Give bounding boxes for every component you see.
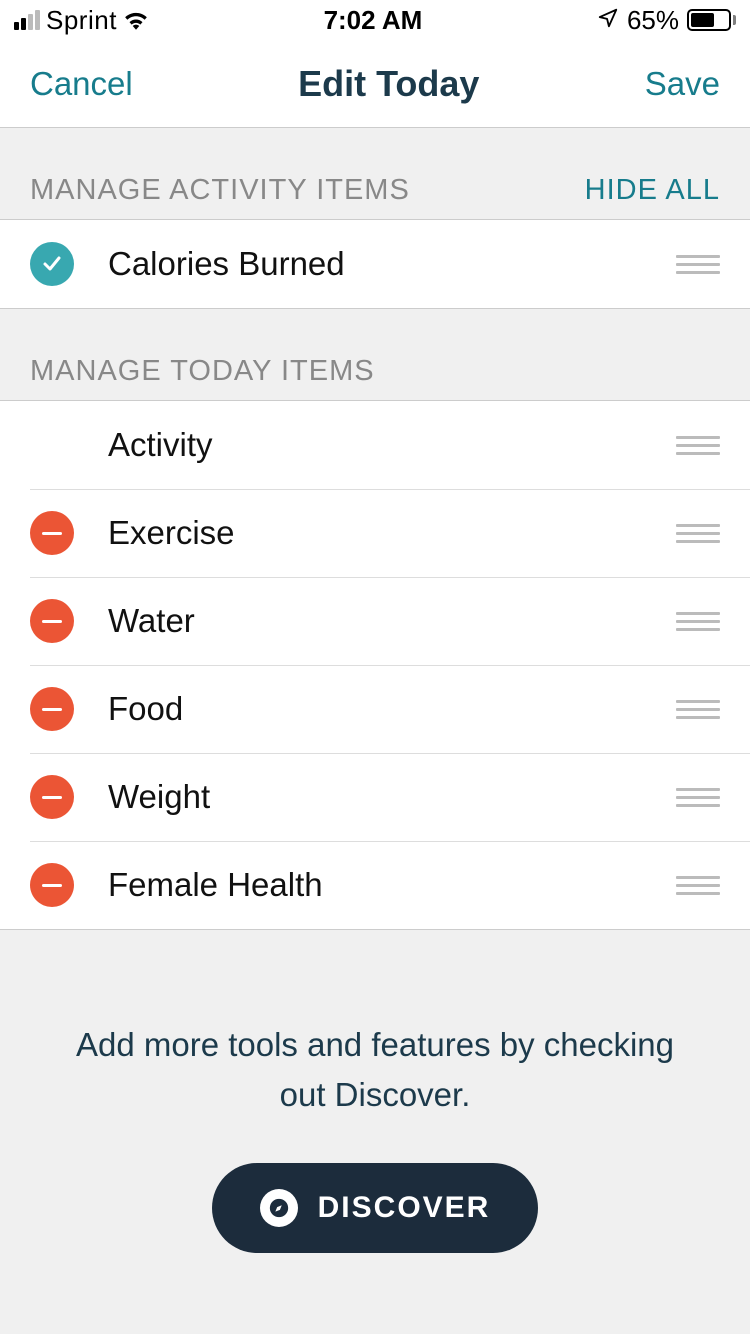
list-item-label: Food <box>108 690 676 728</box>
drag-handle-icon[interactable] <box>676 255 720 274</box>
check-icon[interactable] <box>30 242 74 286</box>
status-right: 65% <box>597 5 736 36</box>
list-item[interactable]: Female Health <box>0 841 750 929</box>
today-items-list: Activity Exercise Water Food Weight <box>0 401 750 930</box>
save-button[interactable]: Save <box>645 65 720 103</box>
status-time: 7:02 AM <box>324 5 423 36</box>
section-header-activity: MANAGE ACTIVITY ITEMS HIDE ALL <box>0 128 750 220</box>
section-title: MANAGE TODAY ITEMS <box>30 355 375 388</box>
minus-icon[interactable] <box>30 687 74 731</box>
drag-handle-icon[interactable] <box>676 876 720 895</box>
discover-button[interactable]: DISCOVER <box>212 1163 539 1253</box>
section-title: MANAGE ACTIVITY ITEMS <box>30 174 410 207</box>
drag-handle-icon[interactable] <box>676 612 720 631</box>
drag-handle-icon[interactable] <box>676 436 720 455</box>
signal-icon <box>14 10 40 30</box>
carrier-label: Sprint <box>46 5 117 36</box>
list-item-label: Female Health <box>108 866 676 904</box>
nav-header: Cancel Edit Today Save <box>0 40 750 128</box>
list-item-label: Calories Burned <box>108 245 676 283</box>
battery-percent: 65% <box>627 5 679 36</box>
list-item[interactable]: Water <box>0 577 750 665</box>
battery-icon <box>687 9 736 31</box>
list-item[interactable]: Food <box>0 665 750 753</box>
minus-icon[interactable] <box>30 863 74 907</box>
discover-text: Add more tools and features by checking … <box>60 1020 690 1119</box>
list-item-label: Activity <box>108 426 676 464</box>
wifi-icon <box>123 10 149 30</box>
list-item-label: Exercise <box>108 514 676 552</box>
location-icon <box>597 5 619 36</box>
minus-icon[interactable] <box>30 775 74 819</box>
discover-section: Add more tools and features by checking … <box>0 930 750 1293</box>
page-title: Edit Today <box>298 63 479 105</box>
hide-all-button[interactable]: HIDE ALL <box>585 174 720 207</box>
minus-icon[interactable] <box>30 599 74 643</box>
list-item[interactable]: Activity <box>0 401 750 489</box>
list-item[interactable]: Weight <box>0 753 750 841</box>
drag-handle-icon[interactable] <box>676 524 720 543</box>
list-item-label: Water <box>108 602 676 640</box>
compass-icon <box>260 1189 298 1227</box>
drag-handle-icon[interactable] <box>676 788 720 807</box>
cancel-button[interactable]: Cancel <box>30 65 133 103</box>
status-bar: Sprint 7:02 AM 65% <box>0 0 750 40</box>
list-item[interactable]: Calories Burned <box>0 220 750 308</box>
minus-icon[interactable] <box>30 511 74 555</box>
discover-button-label: DISCOVER <box>318 1191 491 1225</box>
activity-items-list: Calories Burned <box>0 220 750 309</box>
list-item-label: Weight <box>108 778 676 816</box>
drag-handle-icon[interactable] <box>676 700 720 719</box>
section-header-today: MANAGE TODAY ITEMS <box>0 309 750 401</box>
status-left: Sprint <box>14 5 149 36</box>
list-item[interactable]: Exercise <box>0 489 750 577</box>
